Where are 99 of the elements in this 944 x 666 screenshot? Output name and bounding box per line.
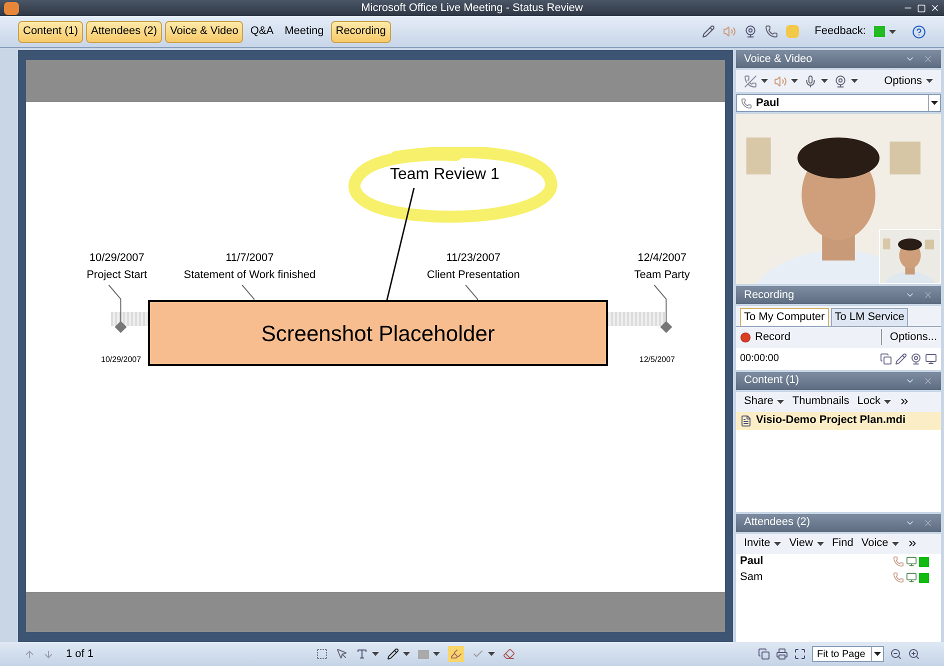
pane-title: Voice & Video <box>744 52 812 67</box>
caret-icon[interactable] <box>851 79 858 83</box>
phone-icon[interactable] <box>764 25 778 38</box>
record-icon <box>740 332 751 342</box>
caret-icon[interactable] <box>884 400 892 404</box>
check-icon[interactable] <box>472 648 484 660</box>
more-icon[interactable] <box>899 396 910 407</box>
pane-tab[interactable]: Q&A <box>246 20 278 42</box>
caret-icon[interactable] <box>821 79 828 83</box>
line-tool-icon[interactable] <box>386 648 399 660</box>
milestone-label: Project Start <box>86 268 148 282</box>
webcam-icon[interactable] <box>910 352 922 364</box>
caret-icon[interactable] <box>777 400 784 404</box>
milestone-label: Team Party <box>634 268 690 282</box>
feedback-label: Feedback: <box>814 24 866 40</box>
caret-icon[interactable] <box>889 30 896 34</box>
caret-icon[interactable] <box>432 652 440 656</box>
help-icon[interactable] <box>912 24 926 38</box>
maximize-icon[interactable] <box>917 4 926 12</box>
attendee-row[interactable]: Sam <box>736 570 941 586</box>
pane-tab[interactable]: Recording <box>330 20 391 42</box>
caret-icon[interactable] <box>926 79 933 83</box>
pane-tab[interactable]: Content (1) <box>18 20 84 42</box>
highlighter-button[interactable] <box>448 646 464 662</box>
window-title: Microsoft Office Live Meeting - Status Review <box>361 0 583 16</box>
caret-icon[interactable] <box>892 542 900 546</box>
participant-dropdown[interactable]: Paul <box>736 94 941 112</box>
caret-icon[interactable] <box>402 652 410 656</box>
recording-options-button[interactable]: Options... <box>880 328 937 346</box>
zoom-select[interactable]: Fit to Page <box>812 646 884 662</box>
participant-name: Paul <box>756 96 780 111</box>
pane-title: Content (1) <box>744 373 800 388</box>
app-icon[interactable] <box>4 2 19 14</box>
attendees-menu[interactable]: Find <box>832 535 854 552</box>
caret-icon[interactable] <box>791 79 798 83</box>
attendee-name: Sam <box>740 570 763 586</box>
attendees-menu[interactable]: Voice <box>861 535 900 552</box>
pane-title: Attendees (2) <box>744 515 810 530</box>
monitor-icon <box>906 572 917 583</box>
zoom-in-icon[interactable] <box>908 648 920 660</box>
webcam-icon[interactable] <box>834 74 847 88</box>
page-counter: 1 of 1 <box>66 646 94 662</box>
print-icon[interactable] <box>776 648 788 660</box>
recording-time: 00:00:00 <box>740 352 779 366</box>
pane-title: Recording <box>744 288 794 303</box>
options-menu[interactable]: Options <box>884 72 933 90</box>
caret-icon[interactable] <box>816 542 824 546</box>
monitor-icon[interactable] <box>925 352 937 364</box>
caret-icon[interactable] <box>372 652 379 656</box>
pane-tab[interactable]: Voice & Video <box>165 20 244 42</box>
axis-end-label: 12/5/2007 <box>639 354 675 366</box>
close-icon[interactable] <box>930 3 940 13</box>
destination-tab[interactable]: To LM Service <box>830 308 908 326</box>
milestone-date: 12/4/2007 <box>638 251 687 266</box>
eraser-icon[interactable] <box>502 648 515 660</box>
caret-icon[interactable] <box>488 652 495 656</box>
milestone-date: 11/7/2007 <box>226 251 274 266</box>
phone-icon <box>893 572 904 583</box>
copy-icon[interactable] <box>880 352 892 364</box>
fit-icon[interactable] <box>794 648 806 660</box>
pane-tab[interactable]: Attendees (2) <box>86 20 162 42</box>
text-tool-icon[interactable] <box>356 648 368 660</box>
pointer-icon[interactable] <box>336 648 348 660</box>
more-icon[interactable] <box>907 538 918 549</box>
milestone-date: 11/23/2007 <box>446 251 500 266</box>
caret-icon[interactable] <box>774 542 782 546</box>
microphone-icon[interactable] <box>804 74 817 88</box>
highlighter-icon <box>450 648 462 660</box>
phone-icon <box>741 98 752 108</box>
placeholder-label: Screenshot Placeholder <box>261 320 495 348</box>
content-menu[interactable]: Lock <box>857 393 892 410</box>
webcam-icon[interactable] <box>744 25 757 38</box>
attendees-menu[interactable]: Invite <box>744 535 782 552</box>
attendee-row[interactable]: Paul <box>736 554 941 570</box>
caret-icon[interactable] <box>931 101 938 105</box>
caret-icon[interactable] <box>874 652 881 656</box>
content-file[interactable]: Visio-Demo Project Plan.mdi <box>736 412 941 430</box>
pen-icon[interactable] <box>702 25 715 38</box>
document-icon <box>740 414 752 426</box>
select-area-icon[interactable] <box>316 648 328 660</box>
destination-tab[interactable]: To My Computer <box>740 308 829 326</box>
copy-icon[interactable] <box>758 648 770 660</box>
hang-up-icon[interactable] <box>744 74 757 88</box>
zoom-out-icon[interactable] <box>890 648 902 660</box>
milestone-label: Statement of Work finished <box>184 268 316 282</box>
monitor-icon <box>906 556 917 567</box>
milestone-label: Client Presentation <box>426 268 520 282</box>
slide-title: Team Review 1 <box>390 165 500 185</box>
content-menu[interactable]: Thumbnails <box>792 393 850 410</box>
caret-icon[interactable] <box>761 79 768 83</box>
milestone-date: 10/29/2007 <box>89 251 144 266</box>
pane-tab[interactable]: Meeting <box>280 20 328 42</box>
phone-icon <box>893 556 904 567</box>
axis-start-label: 10/29/2007 <box>101 354 142 366</box>
pen-icon[interactable] <box>895 352 907 364</box>
content-menu[interactable]: Share <box>744 393 784 410</box>
record-button[interactable]: Record <box>740 328 790 346</box>
attendees-menu[interactable]: View <box>789 535 824 552</box>
attendee-name: Paul <box>740 554 764 570</box>
